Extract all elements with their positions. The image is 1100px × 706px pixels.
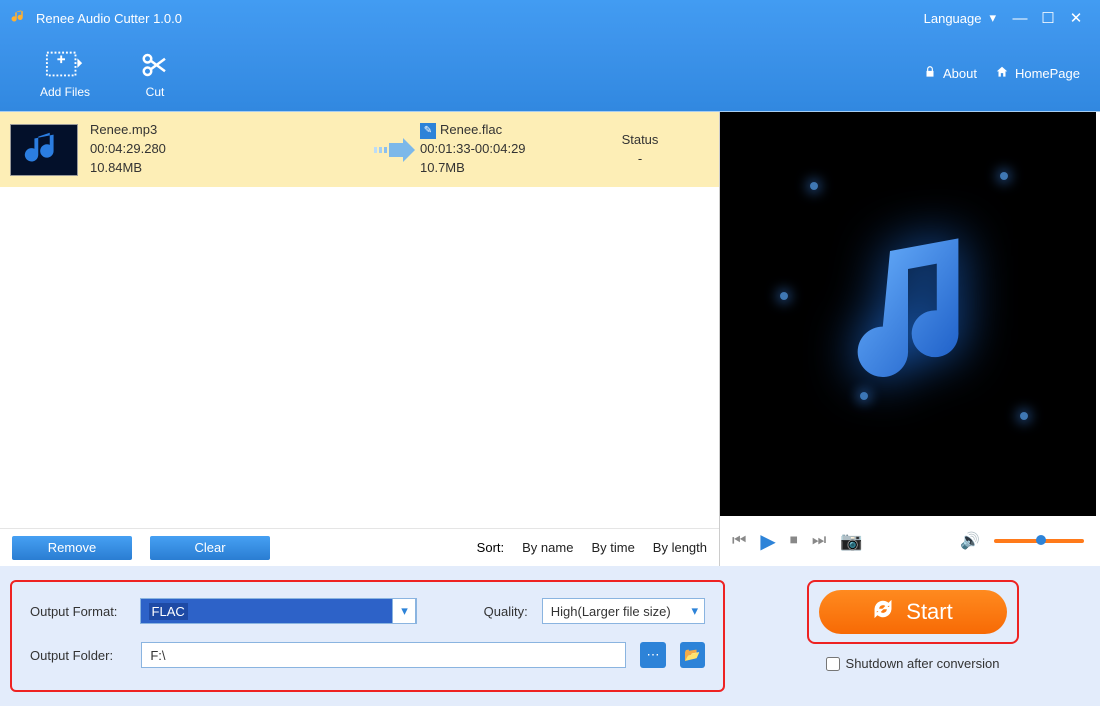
dest-size: 10.7MB: [420, 159, 610, 178]
output-settings: Output Format: FLAC ▾ Quality: High(Larg…: [10, 580, 725, 692]
sort-by-name[interactable]: By name: [522, 540, 573, 555]
next-button[interactable]: ⏭: [812, 532, 826, 550]
status-col: Status -: [610, 131, 670, 169]
file-thumbnail: [10, 124, 78, 176]
start-section: Start Shutdown after conversion: [765, 580, 1060, 692]
main-area: Renee.mp3 00:04:29.280 10.84MB ✎ Renee.fl…: [0, 111, 1100, 566]
main-toolbar: Add Files Cut About HomePage: [0, 36, 1100, 111]
app-icon: [10, 8, 28, 29]
quality-combo[interactable]: High(Larger file size) ▾: [542, 598, 705, 624]
file-list: Renee.mp3 00:04:29.280 10.84MB ✎ Renee.fl…: [0, 112, 719, 528]
chevron-down-icon: ▾: [392, 598, 416, 624]
sort-by-length[interactable]: By length: [653, 540, 707, 555]
remove-button[interactable]: Remove: [12, 536, 132, 560]
dest-range: 00:01:33-00:04:29: [420, 140, 610, 159]
homepage-link[interactable]: HomePage: [995, 65, 1080, 82]
action-sort-bar: Remove Clear Sort: By name By time By le…: [0, 528, 719, 566]
minimize-button[interactable]: —: [1006, 10, 1034, 27]
source-size: 10.84MB: [90, 159, 370, 178]
arrow-icon: [370, 137, 420, 163]
preview-canvas: [720, 112, 1096, 516]
music-note-icon: [818, 224, 998, 404]
source-duration: 00:04:29.280: [90, 140, 370, 159]
language-selector[interactable]: Language ▾: [924, 10, 996, 26]
add-files-icon: [45, 49, 85, 81]
status-value: -: [610, 150, 670, 169]
sort-by-time[interactable]: By time: [591, 540, 634, 555]
dest-name: Renee.flac: [440, 122, 502, 137]
clear-button[interactable]: Clear: [150, 536, 270, 560]
chevron-down-icon: ▾: [691, 603, 698, 619]
browse-folder-button[interactable]: 📂: [680, 642, 705, 668]
cut-button[interactable]: Cut: [110, 49, 200, 99]
app-title: Renee Audio Cutter 1.0.0: [36, 11, 182, 26]
chevron-down-icon: ▾: [989, 10, 996, 26]
output-folder-label: Output Folder:: [30, 648, 127, 663]
play-button[interactable]: ▶: [760, 529, 775, 554]
quality-label: Quality:: [484, 604, 528, 619]
source-info: Renee.mp3 00:04:29.280 10.84MB: [90, 121, 370, 178]
volume-slider[interactable]: [994, 539, 1084, 543]
more-button[interactable]: ⋯: [640, 642, 665, 668]
title-bar: Renee Audio Cutter 1.0.0 Language ▾ — ☐ …: [0, 0, 1100, 36]
close-button[interactable]: ✕: [1062, 9, 1090, 27]
refresh-icon: [872, 598, 894, 626]
volume-icon[interactable]: 🔊: [960, 531, 980, 551]
home-icon: [995, 65, 1009, 82]
lock-icon: [923, 65, 937, 82]
file-row[interactable]: Renee.mp3 00:04:29.280 10.84MB ✎ Renee.fl…: [0, 112, 719, 187]
player-controls: ⏮ ▶ ⏹ ⏭ 📷 🔊: [720, 516, 1096, 566]
shutdown-checkbox[interactable]: Shutdown after conversion: [826, 656, 1000, 671]
status-header: Status: [610, 131, 670, 150]
file-panel: Renee.mp3 00:04:29.280 10.84MB ✎ Renee.fl…: [0, 112, 720, 566]
prev-button[interactable]: ⏮: [732, 532, 746, 550]
dest-info: ✎ Renee.flac 00:01:33-00:04:29 10.7MB: [420, 121, 610, 178]
start-button[interactable]: Start: [819, 590, 1007, 634]
bottom-panel: Output Format: FLAC ▾ Quality: High(Larg…: [0, 566, 1100, 706]
output-format-label: Output Format:: [30, 604, 126, 619]
output-folder-input[interactable]: F:\: [141, 642, 626, 668]
source-name: Renee.mp3: [90, 121, 370, 140]
output-format-combo[interactable]: FLAC ▾: [140, 598, 418, 624]
add-files-button[interactable]: Add Files: [20, 49, 110, 99]
maximize-button[interactable]: ☐: [1034, 9, 1062, 27]
stop-button[interactable]: ⏹: [790, 532, 798, 550]
about-link[interactable]: About: [923, 65, 977, 82]
sort-label: Sort:: [477, 540, 504, 555]
snapshot-button[interactable]: 📷: [840, 531, 862, 552]
scissors-icon: [135, 49, 175, 81]
preview-panel: ⏮ ▶ ⏹ ⏭ 📷 🔊: [720, 112, 1096, 566]
edit-icon[interactable]: ✎: [420, 123, 436, 139]
